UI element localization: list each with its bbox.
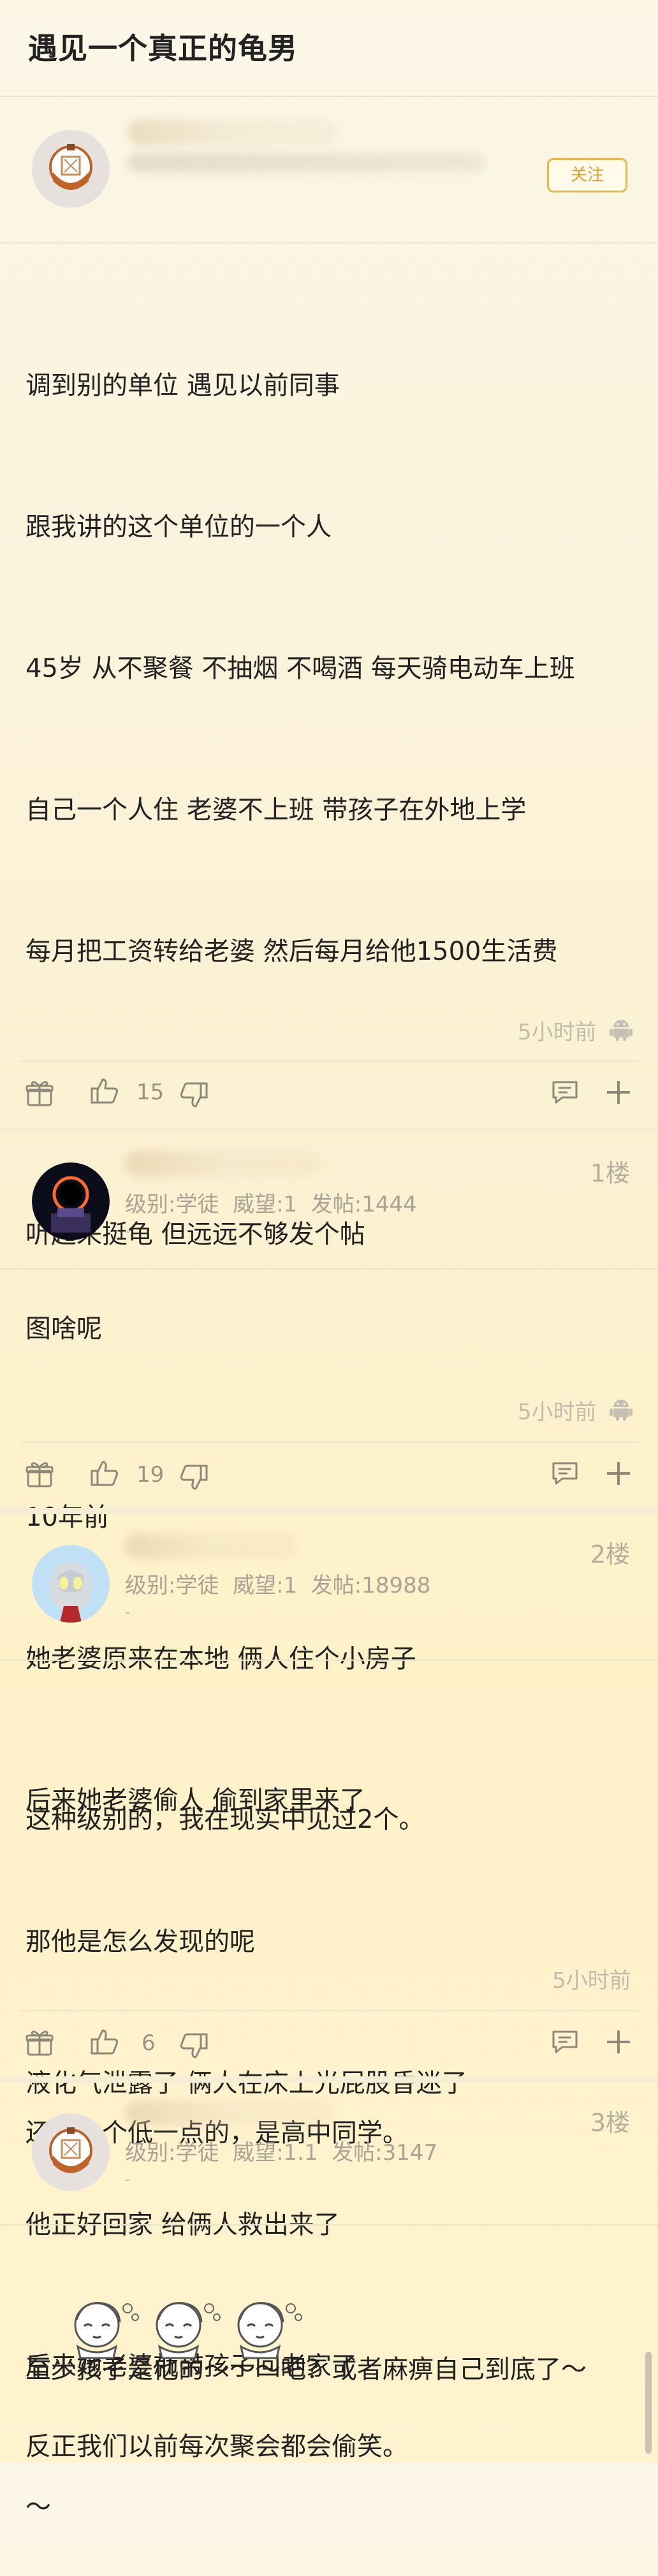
section-gap — [0, 2076, 658, 2083]
android-icon — [610, 1400, 632, 1421]
scrollbar[interactable] — [645, 2352, 652, 2454]
reply3-header-divider — [0, 2224, 658, 2225]
comment-icon[interactable] — [550, 1077, 580, 1108]
section-gap — [0, 1508, 658, 1514]
reply3-username-blurred — [125, 2101, 335, 2126]
op-line: 自己一个人住 老婆不上班 带孩子在外地上学 — [26, 795, 527, 825]
reply2-username-blurred — [125, 1533, 297, 1559]
reply1-header-divider — [0, 1268, 658, 1270]
section-gap — [0, 1127, 658, 1133]
reply2-line — [26, 1950, 424, 2002]
comment-icon[interactable] — [550, 2027, 580, 2057]
reply2-dash: - — [125, 1605, 130, 1621]
thumbs-up-icon[interactable] — [89, 2027, 120, 2057]
sticker-icon — [156, 2302, 221, 2359]
thumbs-up-icon[interactable] — [89, 1458, 120, 1489]
op-time: 5小时前 — [518, 1020, 597, 1045]
gift-icon[interactable] — [24, 2028, 55, 2059]
thumbs-down-icon[interactable] — [179, 1462, 209, 1493]
op-avatar[interactable] — [32, 130, 110, 208]
reply1-username-blurred — [125, 1151, 323, 1176]
thumbs-down-icon[interactable] — [179, 1080, 209, 1110]
reply2-floor: 2楼 — [590, 1540, 630, 1568]
reply3-avatar[interactable] — [32, 2113, 110, 2191]
gift-icon[interactable] — [24, 1078, 55, 1109]
sticker-icon — [237, 2302, 302, 2359]
reply2-time: 5小时前 — [552, 1968, 631, 1994]
title-divider — [0, 96, 658, 97]
op-username-blurred — [128, 120, 338, 145]
android-icon — [610, 1020, 632, 1041]
reply2-line: 这种级别的，我在现实中见过2个。 — [26, 1805, 425, 1834]
op-like-count: 15 — [136, 1080, 164, 1105]
gift-icon[interactable] — [24, 1459, 55, 1490]
reply1-avatar[interactable] — [32, 1162, 110, 1240]
op-line: 她老婆原来在本地 俩人住个小房子 — [26, 1644, 416, 1674]
page-title: 遇见一个真正的龟男 — [28, 31, 298, 66]
reply2-header-divider — [0, 1660, 658, 1661]
reply1-dash: - — [125, 1224, 130, 1240]
reply1-actions-divider — [20, 1442, 638, 1443]
op-line — [26, 1352, 575, 1400]
op-line: 每月把工资转给老婆 然后每月给他1500生活费 — [26, 937, 558, 966]
op-line: 跟我讲的这个单位的一个人 — [26, 512, 332, 542]
follow-button[interactable]: 关注 — [547, 158, 627, 192]
thumbs-down-icon[interactable] — [179, 2030, 209, 2061]
plus-icon[interactable] — [603, 1458, 634, 1489]
reply1-level: 级别:学徒 威望:1 发帖:1444 — [125, 1192, 417, 1217]
reply3-dash: - — [125, 2172, 130, 2188]
op-line: 10年前 — [26, 1503, 109, 1532]
reply1-like-count: 19 — [136, 1462, 164, 1487]
op-meta-blurred — [128, 153, 485, 172]
reply1-floor: 1楼 — [590, 1159, 630, 1187]
reply1-text: 图啥呢 — [26, 1314, 102, 1343]
reply3-line: ～ — [26, 2493, 51, 2522]
thumbs-up-icon[interactable] — [89, 1076, 120, 1106]
reply3-floor: 3楼 — [590, 2109, 630, 2137]
reply2-level: 级别:学徒 威望:1 发帖:18988 — [125, 1573, 431, 1598]
reply3-level: 级别:学徒 威望:1.1 发帖:3147 — [125, 2140, 438, 2166]
op-actions-divider — [20, 1060, 638, 1062]
op-header-divider — [0, 242, 658, 243]
plus-icon[interactable] — [603, 2027, 634, 2057]
reply2-like-count: 6 — [142, 2030, 156, 2056]
reply1-time: 5小时前 — [518, 1400, 597, 1425]
op-line: 调到别的单位 遇见以前同事 — [26, 371, 340, 400]
op-line: 45岁 从不聚餐 不抽烟 不喝酒 每天骑电动车上班 — [26, 654, 575, 683]
plus-icon[interactable] — [603, 1077, 634, 1108]
comment-icon[interactable] — [550, 1458, 580, 1489]
sticker-icon — [74, 2302, 139, 2359]
reply2-actions-divider — [20, 2010, 638, 2011]
op-line: 听起来挺龟 但远远不够发个帖 — [26, 1220, 365, 1249]
reply2-avatar[interactable] — [32, 1545, 110, 1623]
